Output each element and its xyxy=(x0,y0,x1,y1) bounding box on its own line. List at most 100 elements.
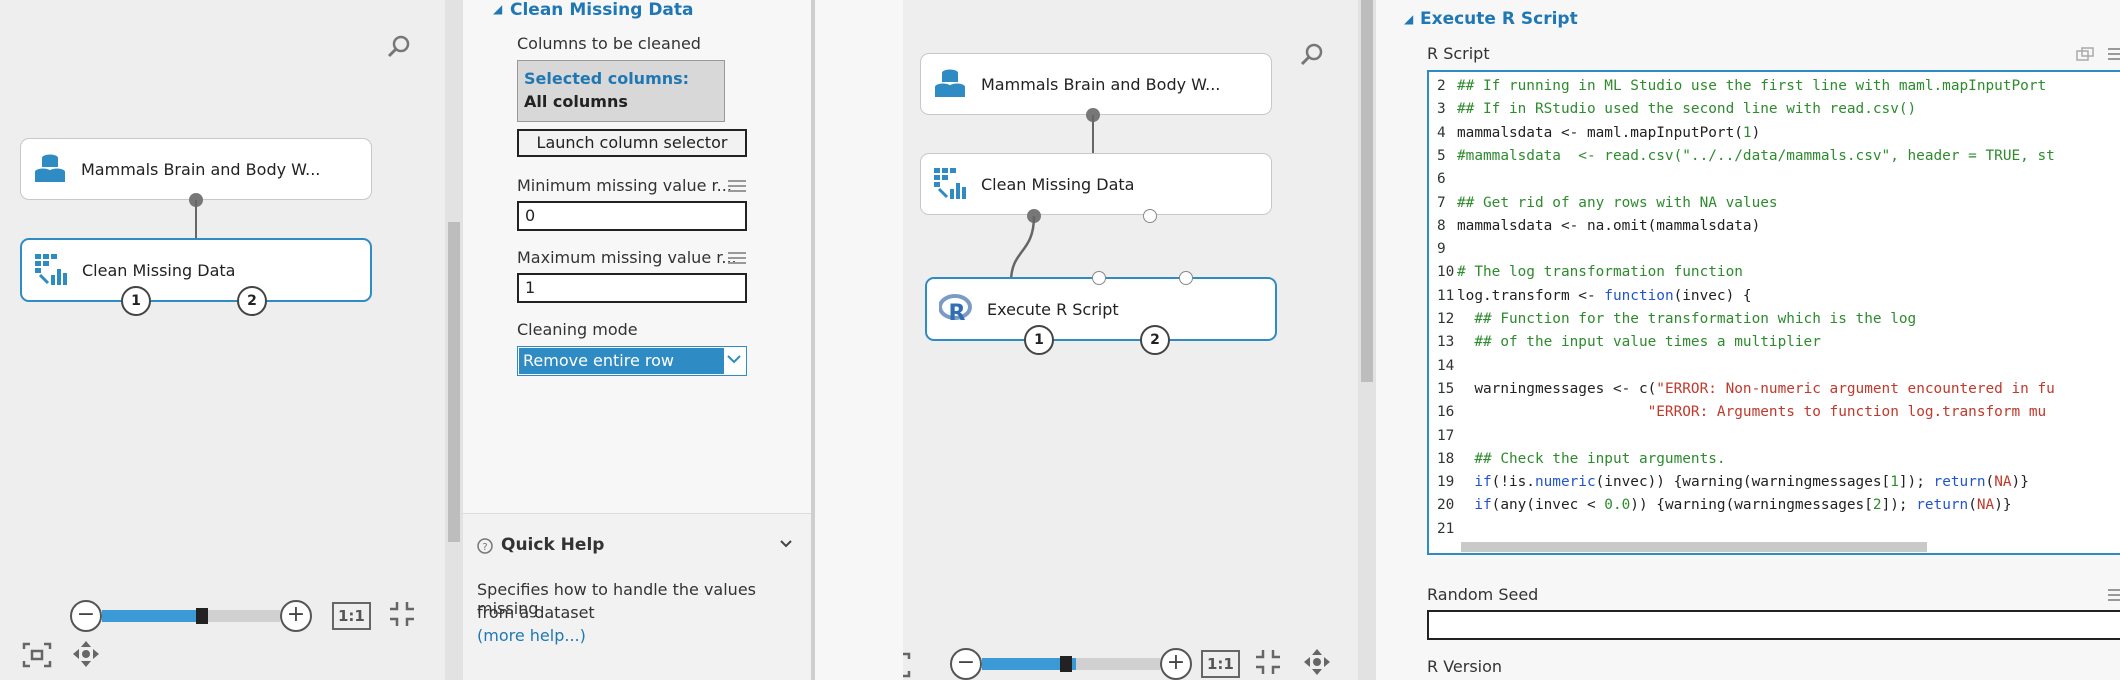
cleaning-mode-select[interactable]: Remove entire row xyxy=(517,346,747,376)
svg-text:R: R xyxy=(949,301,966,326)
select-area-icon[interactable] xyxy=(901,652,915,680)
pan-icon[interactable] xyxy=(72,640,100,674)
code-token: ( xyxy=(1985,474,1995,491)
quick-help-chevron-icon[interactable] xyxy=(779,536,793,555)
line-number: 2 xyxy=(1437,78,1446,94)
r-script-editor[interactable]: 2 ## If running in ML Studio use the firs… xyxy=(1427,70,2120,555)
help-icon: ? xyxy=(477,538,493,558)
code-line: 17 xyxy=(1429,425,1457,447)
line-number: 20 xyxy=(1437,497,1455,514)
popout-icon[interactable] xyxy=(2076,46,2094,65)
code-line: 13 ## of the input value times a multipl… xyxy=(1429,331,1821,353)
line-number: 17 xyxy=(1437,427,1455,444)
code-token: ## If running in ML Studio use the first… xyxy=(1457,78,2047,94)
r-output-port-1[interactable]: 1 xyxy=(1024,325,1054,355)
code-token: (!is. xyxy=(1491,474,1535,491)
line-number: 15 xyxy=(1437,380,1455,397)
code-token: # The log transformation function xyxy=(1457,264,1743,281)
right-canvas-scrollbar-thumb[interactable] xyxy=(1361,0,1373,382)
code-token: ## Get rid of any rows with NA values xyxy=(1457,194,1778,211)
clean-missing-data-module[interactable]: Clean Missing Data xyxy=(20,238,372,302)
r-script-menu-icon[interactable] xyxy=(2108,48,2120,60)
dataset-module-label: Mammals Brain and Body W... xyxy=(81,159,321,179)
search-icon[interactable] xyxy=(386,34,412,66)
max-missing-input[interactable]: 1 xyxy=(517,273,747,303)
min-missing-input[interactable]: 0 xyxy=(517,201,747,231)
output-port-2[interactable]: 2 xyxy=(237,286,267,316)
line-number: 5 xyxy=(1437,147,1446,164)
clean-output-port-2[interactable] xyxy=(1143,209,1157,223)
execute-r-script-module[interactable]: R Execute R Script xyxy=(925,277,1277,341)
code-line: 14 xyxy=(1429,355,1457,377)
r-section-title[interactable]: Execute R Script xyxy=(1420,9,1578,29)
pan-icon[interactable] xyxy=(1303,648,1331,680)
code-line: 15 warningmessages <- c("ERROR: Non-nume… xyxy=(1429,378,2055,400)
code-line: 18 ## Check the input arguments. xyxy=(1429,448,1726,470)
r-output-port-2[interactable]: 2 xyxy=(1140,325,1170,355)
zoom-out-button[interactable]: − xyxy=(70,600,102,632)
random-seed-label: Random Seed xyxy=(1427,585,1539,604)
clean-module-label: Clean Missing Data xyxy=(82,260,236,280)
code-token: ## If in RStudio used the second line wi… xyxy=(1457,101,1917,118)
cleaning-mode-label: Cleaning mode xyxy=(517,320,638,339)
code-line: 19 if(!is.numeric(invec)) {warning(warni… xyxy=(1429,471,2029,493)
right-experiment-canvas[interactable]: Mammals Brain and Body W... Clean Missin… xyxy=(903,0,1358,680)
clean-data-icon xyxy=(933,167,967,201)
code-token: (any(invec < xyxy=(1491,497,1605,514)
search-icon[interactable] xyxy=(1299,42,1325,74)
fit-to-screen-icon[interactable] xyxy=(388,600,416,634)
code-horizontal-scrollbar[interactable] xyxy=(1461,542,1927,552)
clean-module-label: Clean Missing Data xyxy=(981,174,1135,194)
actual-size-button[interactable]: 1:1 xyxy=(332,602,371,630)
clean-data-icon xyxy=(34,253,68,287)
more-help-link[interactable]: (more help...) xyxy=(477,626,586,645)
cleaning-mode-value: Remove entire row xyxy=(519,348,724,374)
clean-missing-data-module[interactable]: Clean Missing Data xyxy=(920,153,1272,215)
min-menu-icon[interactable] xyxy=(728,180,746,192)
launch-column-selector-button[interactable]: Launch column selector xyxy=(517,129,747,157)
random-seed-menu-icon[interactable] xyxy=(2108,589,2120,601)
code-token: log.transform <- xyxy=(1457,287,1605,304)
zoom-in-button[interactable]: + xyxy=(280,600,312,632)
dataset-module[interactable]: Mammals Brain and Body W... xyxy=(920,53,1272,115)
max-menu-icon[interactable] xyxy=(728,252,746,264)
select-area-icon[interactable] xyxy=(22,642,52,674)
r-input-port-1[interactable] xyxy=(1092,271,1106,285)
output-port-1[interactable]: 1 xyxy=(121,286,151,316)
code-line: 3 ## If in RStudio used the second line w… xyxy=(1429,98,1916,120)
random-seed-input[interactable] xyxy=(1427,610,2120,640)
collapse-triangle-icon[interactable]: ◢ xyxy=(493,2,502,16)
quick-help-text-2: from a dataset xyxy=(477,603,595,622)
database-icon xyxy=(33,152,67,186)
line-number: 7 xyxy=(1437,194,1446,211)
line-number: 4 xyxy=(1437,124,1446,141)
zoom-in-button[interactable]: + xyxy=(1160,648,1192,680)
left-experiment-canvas[interactable]: Mammals Brain and Body W... Clean Missin… xyxy=(0,0,445,680)
code-line: 5 #mammalsdata <- read.csv("../../data/ma… xyxy=(1429,145,2055,167)
zoom-slider-thumb[interactable] xyxy=(1060,656,1072,672)
fit-to-screen-icon[interactable] xyxy=(1254,648,1282,680)
line-number: 19 xyxy=(1437,474,1455,491)
line-number: 18 xyxy=(1437,450,1455,467)
actual-size-button[interactable]: 1:1 xyxy=(1201,650,1240,678)
gap-area xyxy=(815,0,903,680)
max-missing-label: Maximum missing value r... xyxy=(517,248,737,267)
clean-section-title[interactable]: Clean Missing Data xyxy=(510,0,694,20)
line-number: 9 xyxy=(1437,241,1446,258)
zoom-out-button[interactable]: − xyxy=(950,648,982,680)
zoom-slider-thumb[interactable] xyxy=(196,608,208,624)
collapse-triangle-icon[interactable]: ◢ xyxy=(1404,12,1413,26)
r-logo-icon: R xyxy=(938,292,973,326)
code-line: 16 "ERROR: Arguments to function log.tra… xyxy=(1429,401,2046,423)
quick-help-title[interactable]: Quick Help xyxy=(501,535,604,555)
code-token: 0.0 xyxy=(1604,497,1631,514)
code-token: 1 xyxy=(1742,124,1752,141)
code-token: ) xyxy=(1751,124,1761,141)
left-canvas-scrollbar-thumb[interactable] xyxy=(448,222,460,542)
r-input-port-2[interactable] xyxy=(1179,271,1193,285)
dataset-module[interactable]: Mammals Brain and Body W... xyxy=(20,138,372,200)
code-token: ]); xyxy=(1898,474,1934,491)
connector-line xyxy=(1092,115,1094,155)
code-token: ## of the input value times a multiplier xyxy=(1457,334,1821,351)
